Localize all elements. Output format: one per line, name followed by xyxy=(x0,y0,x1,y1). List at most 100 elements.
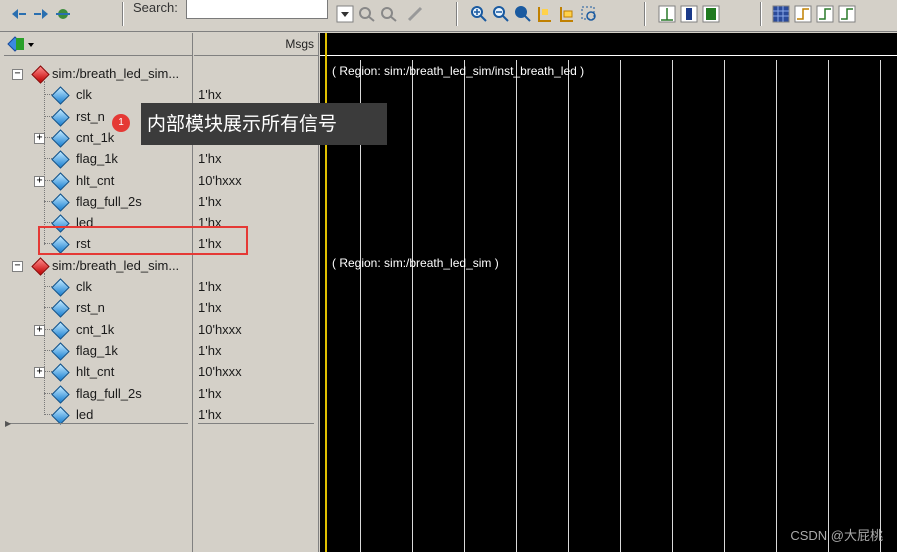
find-prev-icon[interactable] xyxy=(358,5,376,23)
highlight-box xyxy=(38,226,248,255)
signal-row[interactable]: + hlt_cnt xyxy=(4,361,192,382)
signal-row[interactable]: + hlt_cnt xyxy=(4,170,192,191)
zoom-region-icon[interactable] xyxy=(580,5,598,23)
wave-icon[interactable] xyxy=(658,5,676,23)
step-wave-icon[interactable] xyxy=(794,5,812,23)
toolbar-find-group xyxy=(334,3,426,25)
instance-icon xyxy=(31,65,50,84)
grid-line xyxy=(724,60,725,552)
grid-line xyxy=(516,60,517,552)
zoom-full-icon[interactable] xyxy=(514,5,532,23)
search-label: Search: xyxy=(133,0,178,15)
signal-row[interactable]: led xyxy=(4,404,192,425)
zoom-out-icon[interactable] xyxy=(492,5,510,23)
signal-icon xyxy=(51,406,70,425)
toolbar-left-group xyxy=(8,3,74,25)
dropdown-icon[interactable] xyxy=(336,5,354,23)
wave-pane[interactable]: ( Region: sim:/breath_led_sim/inst_breat… xyxy=(320,33,897,552)
group-name: sim:/breath_led_sim... xyxy=(52,66,180,81)
signal-row[interactable]: + cnt_1k xyxy=(4,319,192,340)
signal-row[interactable]: flag_full_2s xyxy=(4,191,192,212)
signal-name: led xyxy=(76,406,94,422)
msgs-header: Msgs xyxy=(285,37,314,51)
signal-value: 1'hx xyxy=(198,279,222,294)
grid-icon[interactable] xyxy=(772,5,790,23)
find-icon[interactable] xyxy=(406,5,424,23)
signal-value: 10'hxxx xyxy=(198,364,242,380)
grid-line xyxy=(776,60,777,552)
signal-row[interactable]: flag_full_2s xyxy=(4,383,192,404)
signal-name: flag_full_2s xyxy=(76,193,142,209)
signal-row[interactable]: rst_n xyxy=(4,297,192,318)
signal-name: rst_n xyxy=(76,300,105,316)
annotation-badge: 1 xyxy=(112,114,130,132)
annotation-tooltip: 内部模块展示所有信号 xyxy=(141,103,387,145)
signal-value: 1'hx xyxy=(198,385,222,401)
signal-icon xyxy=(51,384,70,404)
step-left-icon[interactable] xyxy=(10,5,28,23)
signal-name: flag_full_2s xyxy=(76,385,142,401)
signal-value: 10'hxxx xyxy=(198,172,242,188)
step-wave2-icon[interactable] xyxy=(816,5,834,23)
value-row: 1'hx xyxy=(194,276,318,297)
signal-name: rst_n xyxy=(76,108,105,124)
collapse-icon[interactable]: − xyxy=(12,69,23,80)
value-row: 10'hxxx xyxy=(194,170,318,191)
grid-line xyxy=(464,60,465,552)
grid-line xyxy=(828,60,829,552)
signal-name: hlt_cnt xyxy=(76,364,115,380)
grid-line xyxy=(880,60,881,552)
signal-pane-header xyxy=(4,33,192,56)
grid-line xyxy=(620,60,621,552)
find-next-icon[interactable] xyxy=(380,5,398,23)
toolbar-separator xyxy=(456,2,458,26)
tree-end-divider xyxy=(8,423,188,424)
tree-trunk xyxy=(44,81,45,245)
signal-value: 10'hxxx xyxy=(198,321,242,337)
grid-line xyxy=(412,60,413,552)
toolbar-zoom-group xyxy=(468,3,600,25)
value-row: 1'hx xyxy=(194,383,318,404)
group-row[interactable]: − sim:/breath_led_sim... xyxy=(4,255,192,276)
zoom-in-icon[interactable] xyxy=(470,5,488,23)
toolbar-separator xyxy=(644,2,646,26)
signal-value: 1'hx xyxy=(198,406,222,422)
value-row: 10'hxxx xyxy=(194,319,318,340)
signal-value: 1'hx xyxy=(198,193,222,209)
signal-icon xyxy=(51,278,70,297)
signal-row[interactable]: flag_1k xyxy=(4,340,192,361)
wave-add-icon[interactable] xyxy=(6,35,36,56)
signal-icon xyxy=(51,363,70,382)
step-icon[interactable] xyxy=(54,5,72,23)
signal-name: flag_1k xyxy=(76,342,118,358)
step-right-icon[interactable] xyxy=(32,5,50,23)
signal-row[interactable]: flag_1k xyxy=(4,148,192,169)
cursor-icon[interactable] xyxy=(536,5,554,23)
grid-line xyxy=(672,60,673,552)
region-label: ( Region: sim:/breath_led_sim/inst_breat… xyxy=(332,64,585,78)
toolbar-separator xyxy=(760,2,762,26)
step-wave3-icon[interactable] xyxy=(838,5,856,23)
toolbar-separator xyxy=(122,2,124,26)
bar-fill-icon[interactable] xyxy=(702,5,720,23)
signal-value: 1'hx xyxy=(198,151,222,167)
signal-icon xyxy=(51,86,70,105)
instance-icon xyxy=(31,256,50,276)
signal-value: 1'hx xyxy=(198,300,222,316)
group-row[interactable]: − sim:/breath_led_sim... xyxy=(4,63,192,84)
signal-icon xyxy=(51,129,70,148)
signal-icon xyxy=(51,299,70,318)
value-row: 1'hx xyxy=(194,340,318,361)
collapse-icon[interactable]: − xyxy=(12,260,23,272)
signal-name: clk xyxy=(76,279,92,294)
signal-row[interactable]: clk xyxy=(4,276,192,297)
value-end-divider xyxy=(198,423,314,424)
bar-icon[interactable] xyxy=(680,5,698,23)
signal-name: hlt_cnt xyxy=(76,172,115,188)
grid-line xyxy=(568,60,569,552)
wave-pane-header xyxy=(320,33,897,56)
cursor-lock-icon[interactable] xyxy=(558,5,576,23)
search-input[interactable] xyxy=(186,0,328,19)
value-row: 1'hx xyxy=(194,148,318,169)
value-row: 1'hx xyxy=(194,404,318,425)
